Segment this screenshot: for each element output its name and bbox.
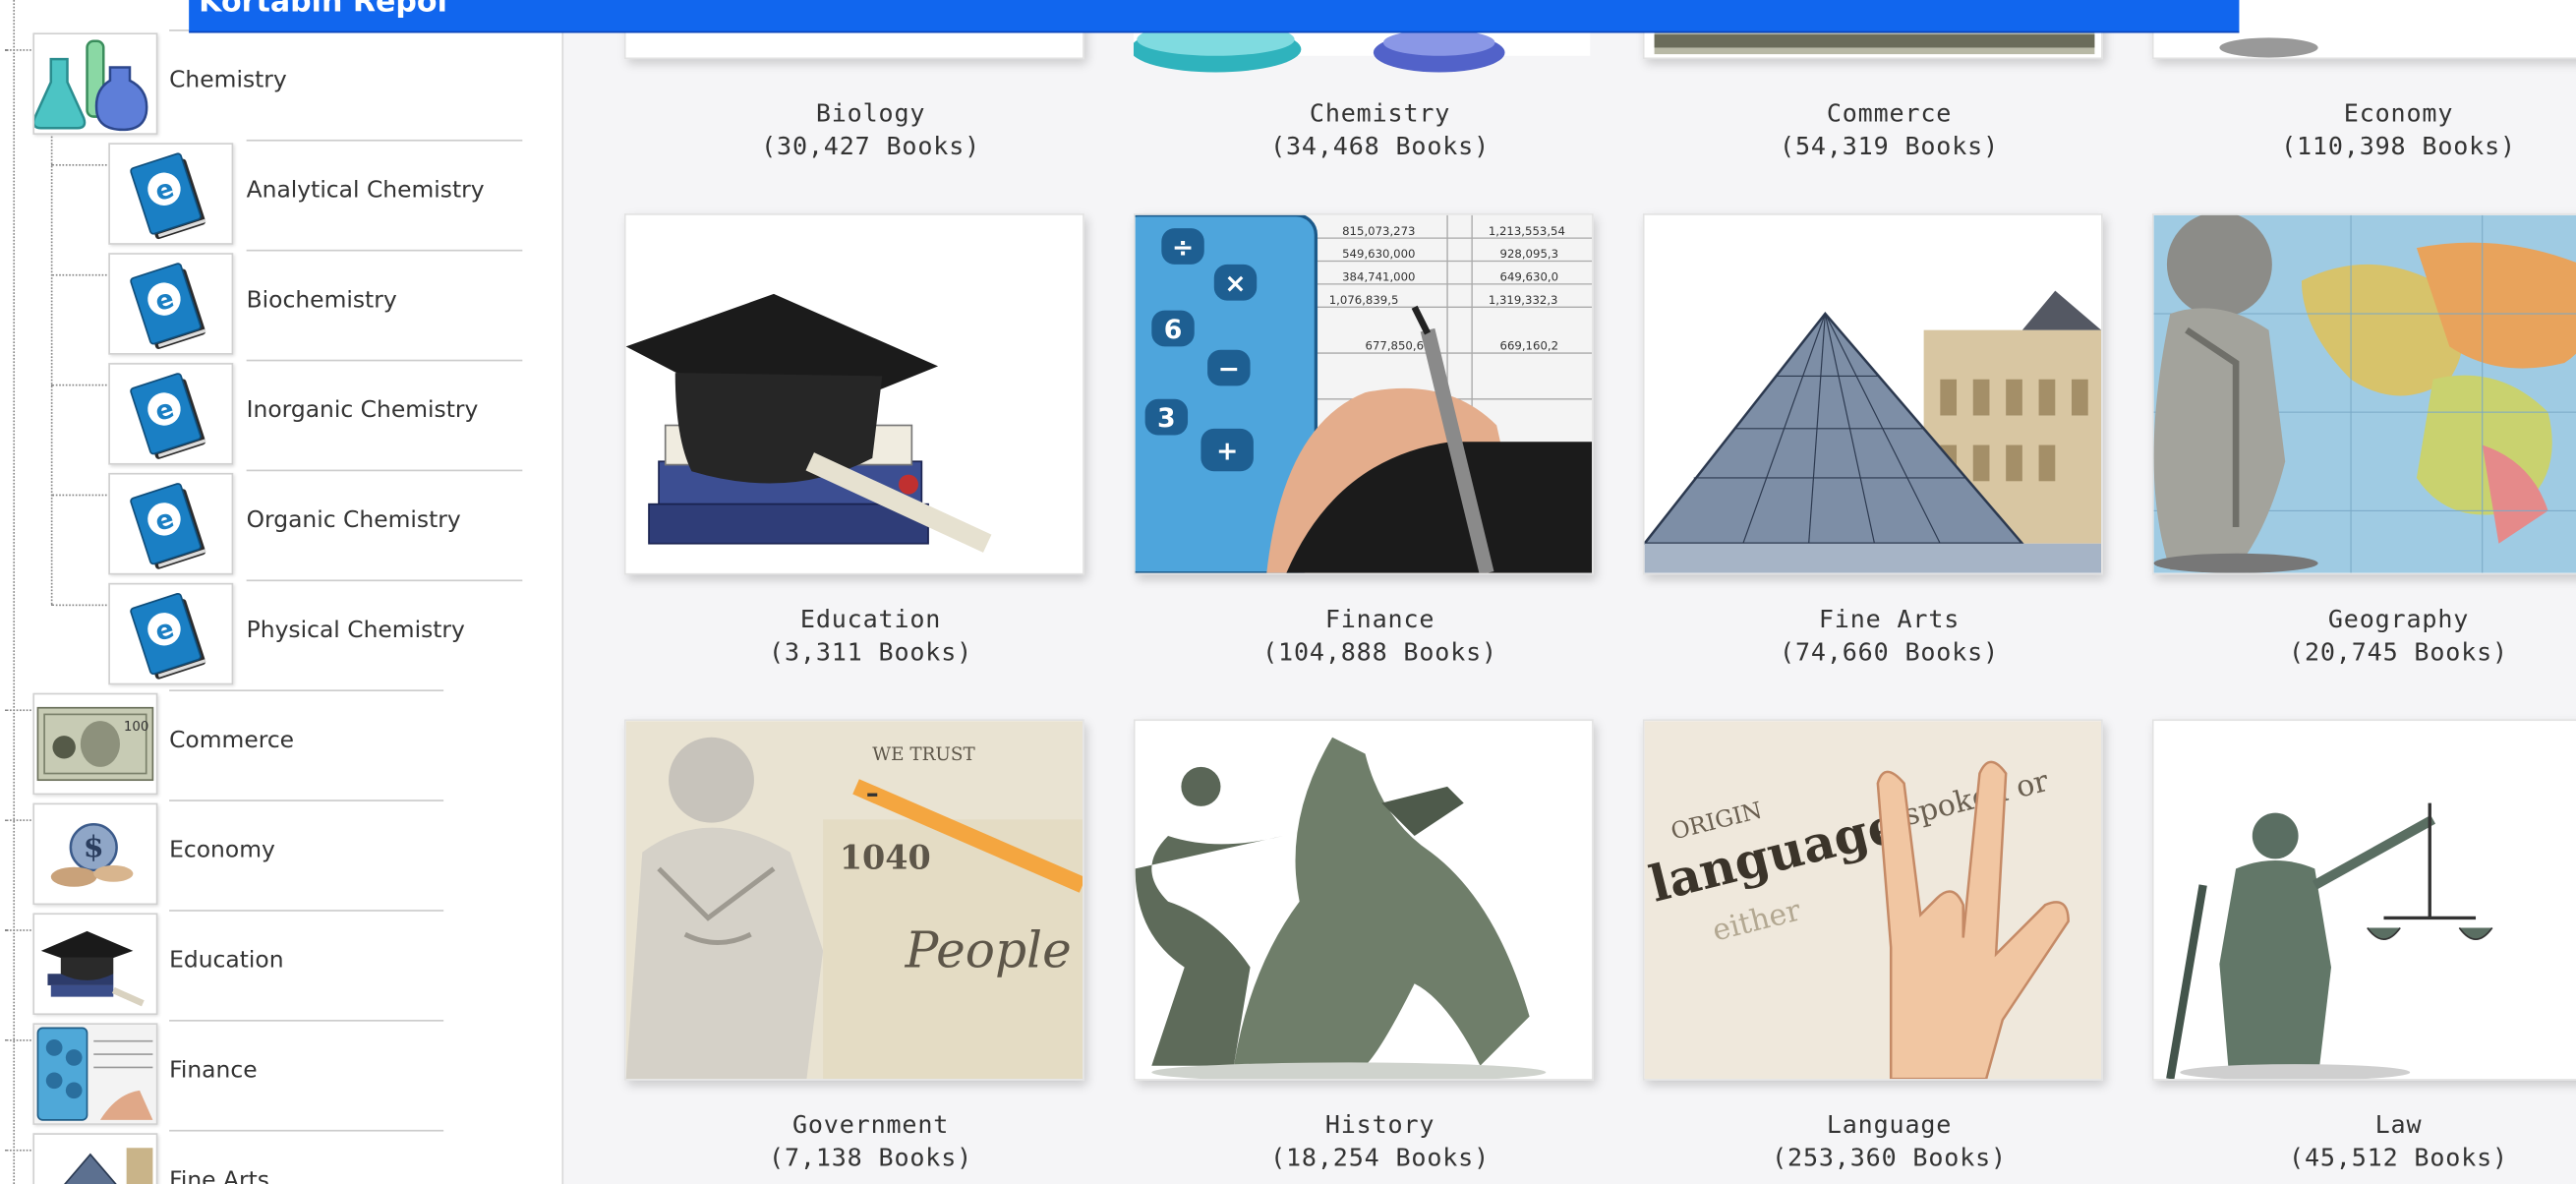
graduation-cap-icon <box>32 913 158 1015</box>
history-image[interactable] <box>1133 719 1594 1081</box>
category-name[interactable]: History <box>1134 1110 1626 1140</box>
category-tree[interactable]: Chemistry e Analytical Chemistry e Bioch… <box>0 0 564 1184</box>
category-name[interactable]: Biology <box>624 98 1117 128</box>
tree-node-label[interactable]: Chemistry <box>169 67 287 93</box>
book-count: (253,360 Books) <box>1772 1143 2007 1173</box>
top-banner: Kortabln Repol <box>189 0 2240 33</box>
svg-text:1,319,332,3: 1,319,332,3 <box>1489 293 1558 307</box>
svg-text:928,095,3: 928,095,3 <box>1500 247 1559 261</box>
tree-node-label[interactable]: Education <box>169 948 283 975</box>
svg-text:384,741,000: 384,741,000 <box>1342 270 1415 284</box>
book-count: (3,311 Books) <box>769 636 973 667</box>
svg-text:+: + <box>1216 437 1238 467</box>
book-count: (34,468 Books) <box>1270 131 1491 161</box>
tree-node-label[interactable]: Physical Chemistry <box>247 618 465 644</box>
tree-node-label[interactable]: Biochemistry <box>247 287 397 314</box>
svg-text:$: $ <box>84 831 104 865</box>
banner-title: Kortabln Repol <box>199 0 447 21</box>
book-count: (18,254 Books) <box>1270 1143 1491 1173</box>
category-name[interactable]: Finance <box>1134 605 1626 634</box>
category-name[interactable]: Commerce <box>1643 98 2136 128</box>
category-name[interactable]: Chemistry <box>1134 98 1626 128</box>
law-image[interactable] <box>2151 719 2576 1081</box>
book-count: (74,660 Books) <box>1780 636 2000 667</box>
tree-connector <box>50 131 53 605</box>
calculator-icon <box>32 1023 158 1125</box>
category-name[interactable]: Government <box>624 1110 1117 1140</box>
category-name[interactable]: Law <box>2152 1110 2576 1140</box>
svg-text:669,160,2: 669,160,2 <box>1500 339 1559 353</box>
category-name[interactable]: Economy <box>2152 98 2576 128</box>
book-count: (30,427 Books) <box>761 131 981 161</box>
economy-icon: $ <box>32 802 158 906</box>
svg-text:×: × <box>1224 268 1246 299</box>
tree-node-label[interactable]: Fine Arts <box>169 1167 269 1184</box>
ebook-icon: e <box>108 143 234 245</box>
book-count: (45,512 Books) <box>2289 1143 2508 1173</box>
svg-text:−: − <box>1218 354 1240 385</box>
finance-image[interactable]: 815,073,273 549,630,000 384,741,000 1,07… <box>1133 213 1594 575</box>
fine-arts-image[interactable] <box>1642 213 2103 575</box>
category-name[interactable]: Education <box>624 605 1117 634</box>
svg-text:3: 3 <box>1157 403 1176 434</box>
ebook-icon: e <box>108 472 234 575</box>
geography-image[interactable] <box>2151 213 2576 575</box>
ebook-icon: e <box>108 582 234 685</box>
svg-text:649,630,0: 649,630,0 <box>1500 270 1559 284</box>
svg-text:6: 6 <box>1164 315 1183 345</box>
category-name[interactable]: Language <box>1643 1110 2136 1140</box>
svg-text:÷: ÷ <box>1172 233 1194 264</box>
book-count: (110,398 Books) <box>2281 131 2516 161</box>
tree-node-label[interactable]: Commerce <box>169 728 294 754</box>
category-name[interactable]: Fine Arts <box>1643 605 2136 634</box>
svg-text:People: People <box>905 921 1072 979</box>
language-image[interactable]: ORIGIN language spoken or either <box>1642 719 2103 1081</box>
svg-text:1,076,839,5: 1,076,839,5 <box>1329 293 1399 307</box>
category-name[interactable]: Geography <box>2152 605 2576 634</box>
svg-text:815,073,273: 815,073,273 <box>1342 224 1415 238</box>
book-count: (7,138 Books) <box>769 1143 973 1173</box>
svg-text:1,213,553,54: 1,213,553,54 <box>1489 224 1565 238</box>
tree-node-label[interactable]: Inorganic Chemistry <box>247 397 479 424</box>
government-image[interactable]: WE TRUST 1040 People <box>623 719 1084 1081</box>
book-count: (54,319 Books) <box>1780 131 2000 161</box>
pyramid-icon <box>32 1133 158 1184</box>
svg-text:100: 100 <box>124 720 149 735</box>
tree-connector <box>13 0 16 1184</box>
svg-text:677,850,6: 677,850,6 <box>1366 339 1425 353</box>
page-canvas: Chemistry e Analytical Chemistry e Bioch… <box>0 0 2576 1184</box>
education-image[interactable] <box>623 213 1084 575</box>
ebook-icon: e <box>108 363 234 465</box>
chemistry-flasks-icon <box>32 32 158 135</box>
ebook-icon: e <box>108 253 234 355</box>
tree-node-label[interactable]: Economy <box>169 838 275 864</box>
book-count: (104,888 Books) <box>1262 636 1497 667</box>
svg-text:549,630,000: 549,630,000 <box>1342 247 1415 261</box>
svg-text:1040: 1040 <box>840 838 931 876</box>
tree-node-label[interactable]: Analytical Chemistry <box>247 177 485 204</box>
dollar-bill-icon: 100 <box>32 692 158 796</box>
svg-text:WE TRUST: WE TRUST <box>872 744 975 765</box>
tree-node-label[interactable]: Organic Chemistry <box>247 507 461 534</box>
book-count: (20,745 Books) <box>2289 636 2508 667</box>
tree-node-label[interactable]: Finance <box>169 1057 257 1084</box>
